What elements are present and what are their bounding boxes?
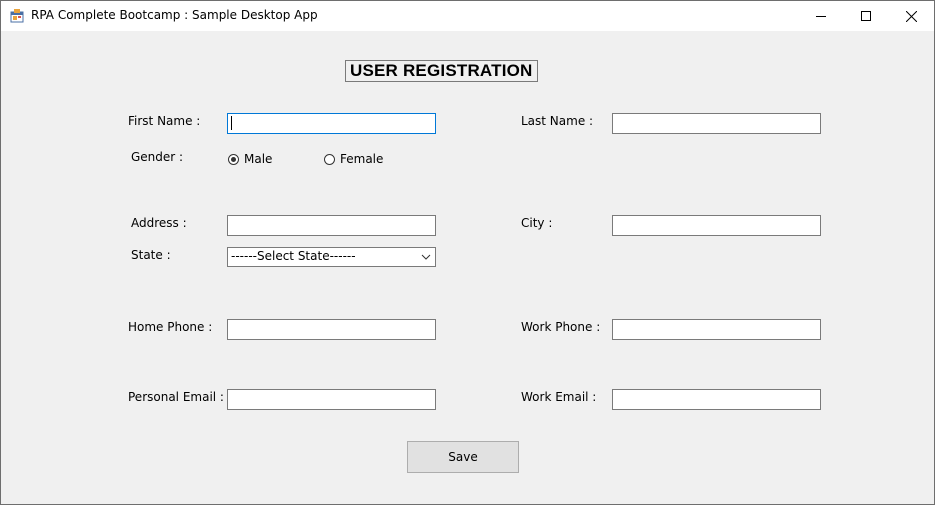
state-select-value: ------Select State------ [231, 249, 356, 263]
gender-female-radio[interactable]: Female [324, 152, 383, 166]
personal-email-field[interactable] [227, 389, 436, 410]
text-caret [231, 116, 232, 130]
minimize-icon [816, 16, 826, 17]
personal-email-label: Personal Email : [128, 390, 224, 404]
maximize-button[interactable] [843, 1, 889, 31]
work-phone-field[interactable] [612, 319, 821, 340]
home-phone-field[interactable] [227, 319, 436, 340]
last-name-label: Last Name : [521, 114, 594, 128]
first-name-field[interactable] [227, 113, 436, 134]
state-select[interactable]: ------Select State------ [227, 247, 436, 267]
state-label: State : [131, 248, 171, 262]
radio-checked-icon[interactable] [228, 153, 239, 165]
maximize-icon [861, 11, 871, 21]
close-button[interactable] [888, 1, 934, 31]
gender-male-label: Male [244, 152, 273, 166]
close-icon [905, 10, 917, 22]
minimize-button[interactable] [798, 1, 844, 31]
first-name-label: First Name : [128, 114, 201, 128]
home-phone-label: Home Phone : [128, 320, 213, 334]
gender-female-label: Female [340, 152, 384, 166]
radio-unchecked-icon[interactable] [324, 153, 335, 165]
work-email-label: Work Email : [521, 390, 597, 404]
address-field[interactable] [227, 215, 436, 236]
title-bar[interactable]: RPA Complete Bootcamp : Sample Desktop A… [1, 1, 934, 31]
work-email-field[interactable] [612, 389, 821, 410]
chevron-down-icon[interactable] [421, 253, 431, 261]
window-title: RPA Complete Bootcamp : Sample Desktop A… [31, 8, 318, 22]
gender-male-radio[interactable]: Male [228, 152, 272, 166]
last-name-field[interactable] [612, 113, 821, 134]
app-window: RPA Complete Bootcamp : Sample Desktop A… [0, 0, 935, 505]
page-title: USER REGISTRATION [345, 60, 538, 82]
app-icon [10, 9, 24, 23]
gender-label: Gender : [131, 150, 184, 164]
city-label: City : [521, 216, 553, 230]
save-button[interactable]: Save [407, 441, 519, 473]
city-field[interactable] [612, 215, 821, 236]
address-label: Address : [131, 216, 187, 230]
work-phone-label: Work Phone : [521, 320, 601, 334]
